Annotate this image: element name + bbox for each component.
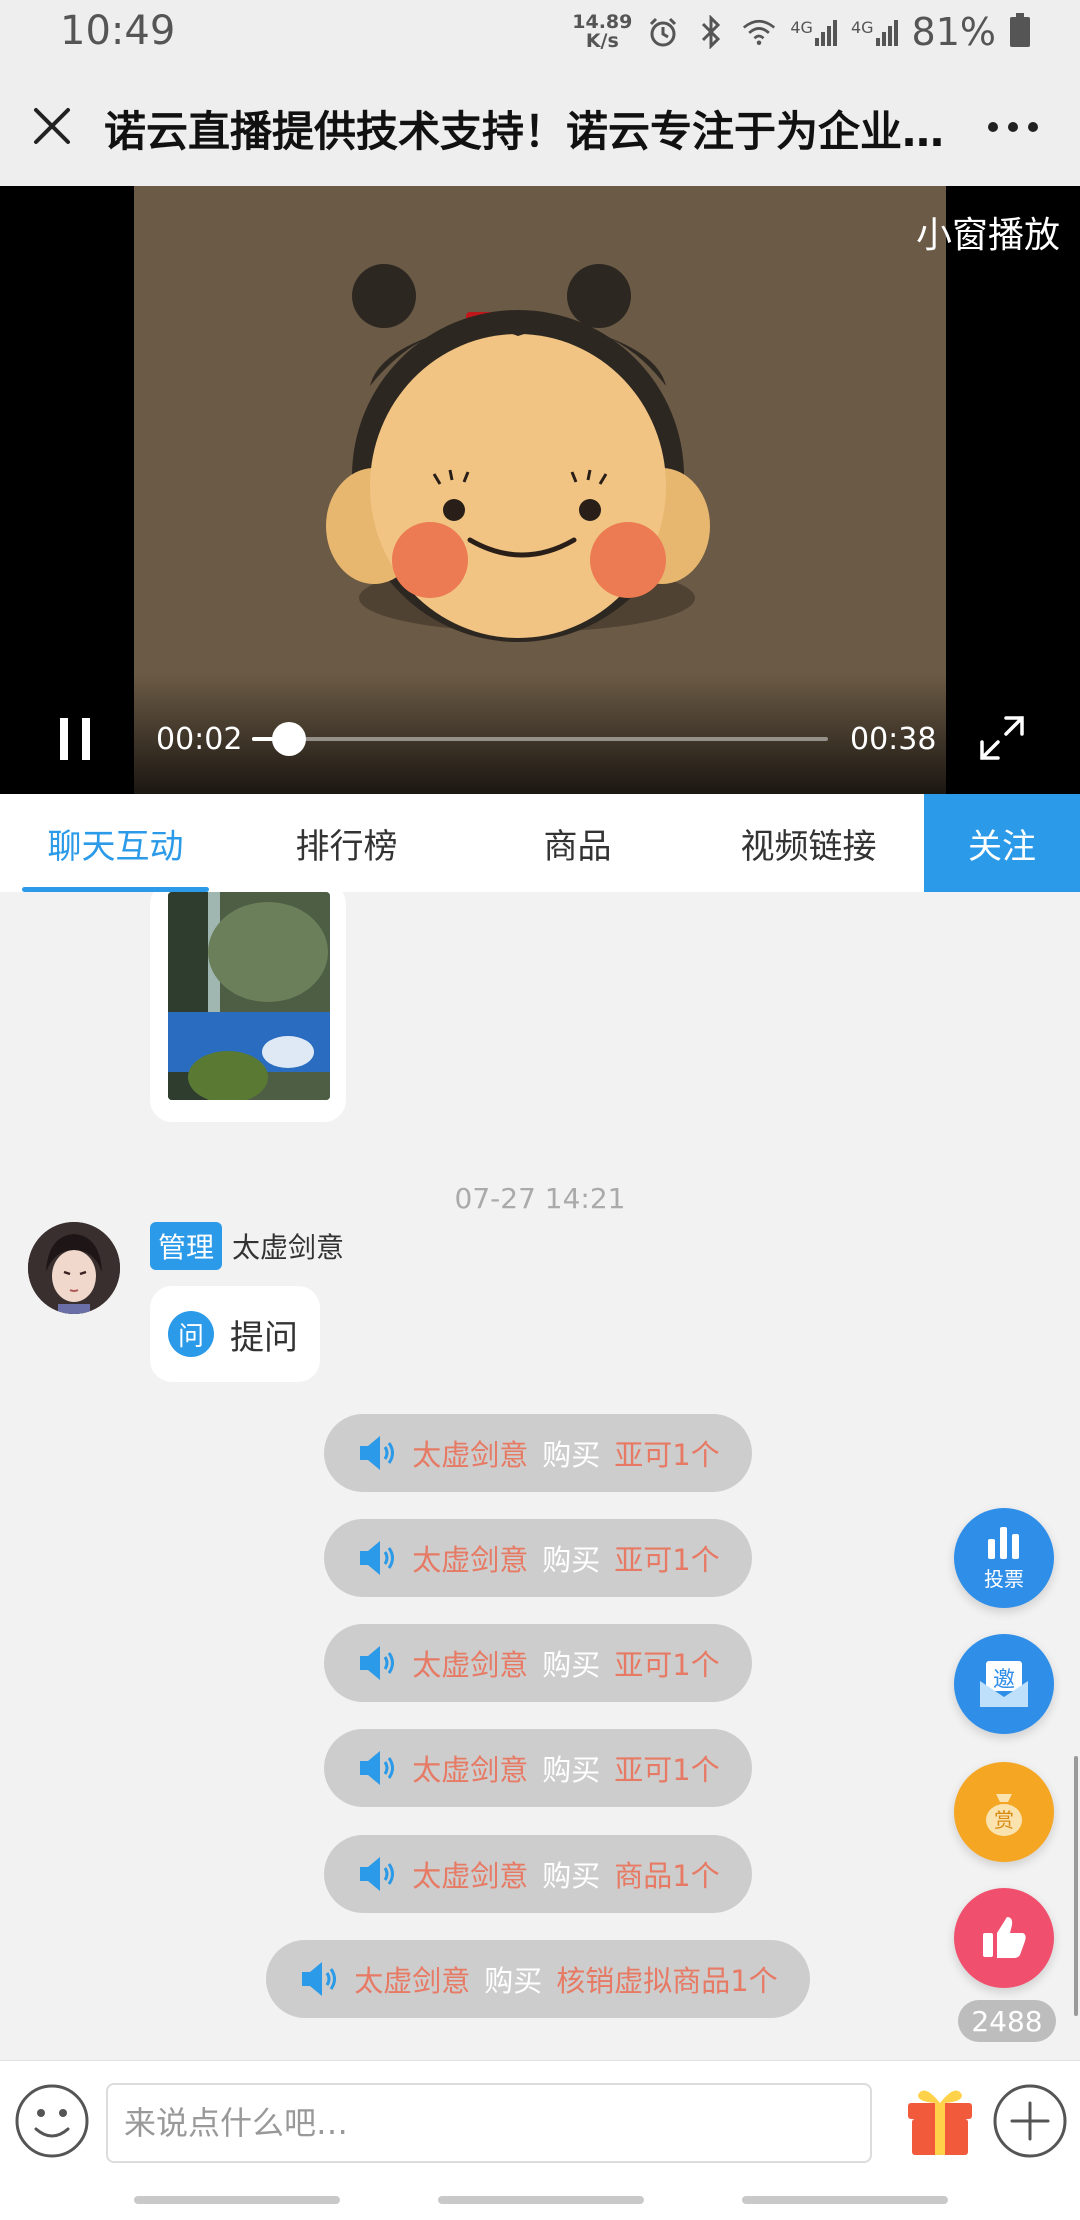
alarm-icon [646, 15, 680, 49]
message-timestamp: 07-27 14:21 [454, 1182, 626, 1215]
notice-action: 购买 [542, 1543, 601, 1577]
notice-item: 亚可1个 [614, 1753, 720, 1787]
notice-buyer: 太虚剑意 [412, 1438, 529, 1472]
vote-label: 投票 [984, 1566, 1024, 1591]
page-title: 诺云直播提供技术支持！诺云专注于为企业提供… [104, 107, 964, 156]
signal-label-1: 4G [790, 18, 813, 37]
tab-bar: 聊天互动 排行榜 商品 视频链接 关注 [0, 794, 1080, 892]
notice-action: 购买 [542, 1648, 601, 1682]
notice-item: 核销虚拟商品1个 [556, 1964, 778, 1998]
notice-action: 购买 [542, 1438, 601, 1472]
nav-back-button[interactable] [742, 2196, 948, 2204]
title-bar: 诺云直播提供技术支持！诺云专注于为企业提供… [0, 64, 1080, 186]
notice-buyer: 太虚剑意 [354, 1964, 471, 1998]
question-icon: 问 [168, 1311, 214, 1357]
vote-button[interactable]: 投票 [954, 1508, 1054, 1608]
speaker-icon [360, 1646, 395, 1680]
question-text: 提问 [230, 1317, 298, 1358]
battery-icon [1010, 13, 1030, 51]
total-time: 00:38 [850, 722, 937, 757]
purchase-notice: 太虚剑意 购买 亚可1个 [324, 1414, 752, 1492]
speaker-icon [360, 1436, 395, 1470]
progress-bar[interactable] [252, 722, 828, 756]
notice-buyer: 太虚剑意 [412, 1753, 529, 1787]
notice-action: 购买 [484, 1964, 543, 1998]
notice-buyer: 太虚剑意 [412, 1648, 529, 1682]
sender-row: 管理 太虚剑意 [150, 1222, 344, 1270]
notice-item: 亚可1个 [614, 1648, 720, 1682]
video-player[interactable]: 小窗播放 00:02 00:38 [0, 186, 1080, 794]
waterfall-photo [168, 892, 330, 1100]
fullscreen-icon[interactable] [976, 712, 1028, 764]
reward-label: 赏 [994, 1808, 1014, 1832]
image-message[interactable] [150, 892, 346, 1122]
system-nav-bar [0, 2180, 1080, 2220]
signal-icon-2: 4G [851, 18, 898, 46]
scrollbar[interactable] [1074, 1756, 1078, 2016]
speaker-icon [302, 1962, 337, 1996]
notice-item: 亚可1个 [614, 1543, 720, 1577]
invite-label: 邀 [992, 1668, 1015, 1693]
gift-icon[interactable] [904, 2081, 976, 2157]
question-message[interactable]: 问 提问 [150, 1286, 320, 1382]
avatar[interactable] [28, 1222, 120, 1314]
pause-icon[interactable] [56, 716, 96, 762]
chat-input[interactable] [106, 2083, 872, 2163]
invite-button[interactable]: 邀 [954, 1634, 1054, 1734]
status-bar: 10:49 14.89 K/s 4G 4G 81% [0, 0, 1080, 64]
notice-item: 亚可1个 [614, 1438, 720, 1472]
notice-item: 商品1个 [614, 1859, 720, 1893]
status-time: 10:49 [60, 8, 176, 54]
tab-chat[interactable]: 聊天互动 [0, 794, 231, 892]
notice-action: 购买 [542, 1753, 601, 1787]
chat-area[interactable]: 07-27 14:21 管理 太虚剑意 问 提问 太虚剑意 购买 亚可1个 太虚… [0, 892, 1080, 2060]
speaker-icon [360, 1541, 395, 1575]
like-count: 2488 [958, 2000, 1056, 2042]
tab-ranking[interactable]: 排行榜 [231, 794, 462, 892]
nav-home-button[interactable] [438, 2196, 644, 2204]
purchase-notice: 太虚剑意 购买 亚可1个 [324, 1519, 752, 1597]
tab-products[interactable]: 商品 [462, 794, 693, 892]
reward-button[interactable]: 赏 [954, 1762, 1054, 1862]
status-icons: 14.89 K/s 4G 4G 81% [572, 10, 1030, 54]
mini-window-button[interactable]: 小窗播放 [916, 206, 1060, 258]
nav-recent-button[interactable] [134, 2196, 340, 2204]
thumbs-up-icon [983, 1917, 1026, 1958]
signal-label-2: 4G [850, 18, 874, 37]
wifi-icon [742, 15, 776, 49]
bluetooth-icon [694, 15, 728, 49]
current-time: 00:02 [156, 722, 243, 757]
battery-level: 81% [911, 10, 996, 54]
notice-buyer: 太虚剑意 [412, 1543, 529, 1577]
speaker-icon [360, 1751, 395, 1785]
sender-name: 太虚剑意 [232, 1231, 345, 1264]
notice-buyer: 太虚剑意 [412, 1859, 529, 1893]
net-speed-unit: K/s [585, 30, 619, 52]
purchase-notice: 太虚剑意 购买 亚可1个 [324, 1624, 752, 1702]
purchase-notice: 太虚剑意 购买 核销虚拟商品1个 [266, 1940, 810, 2018]
notice-action: 购买 [542, 1859, 601, 1893]
progress-thumb[interactable] [271, 722, 306, 756]
input-bar [0, 2060, 1080, 2181]
like-button[interactable] [954, 1888, 1054, 1988]
purchase-notice: 太虚剑意 购买 亚可1个 [324, 1729, 752, 1807]
speaker-icon [360, 1857, 395, 1891]
net-speed: 14.89 K/s [572, 13, 632, 51]
tab-video-links[interactable]: 视频链接 [693, 794, 924, 892]
bar-chart-icon [988, 1526, 1019, 1559]
emoji-icon[interactable] [14, 2083, 90, 2159]
close-icon[interactable] [28, 102, 76, 150]
purchase-notice: 太虚剑意 购买 商品1个 [324, 1835, 752, 1913]
signal-icon-1: 4G [790, 18, 837, 46]
plus-icon[interactable] [992, 2083, 1068, 2159]
follow-button[interactable]: 关注 [924, 794, 1080, 892]
more-options-icon[interactable] [988, 122, 1038, 132]
admin-badge: 管理 [150, 1222, 223, 1270]
